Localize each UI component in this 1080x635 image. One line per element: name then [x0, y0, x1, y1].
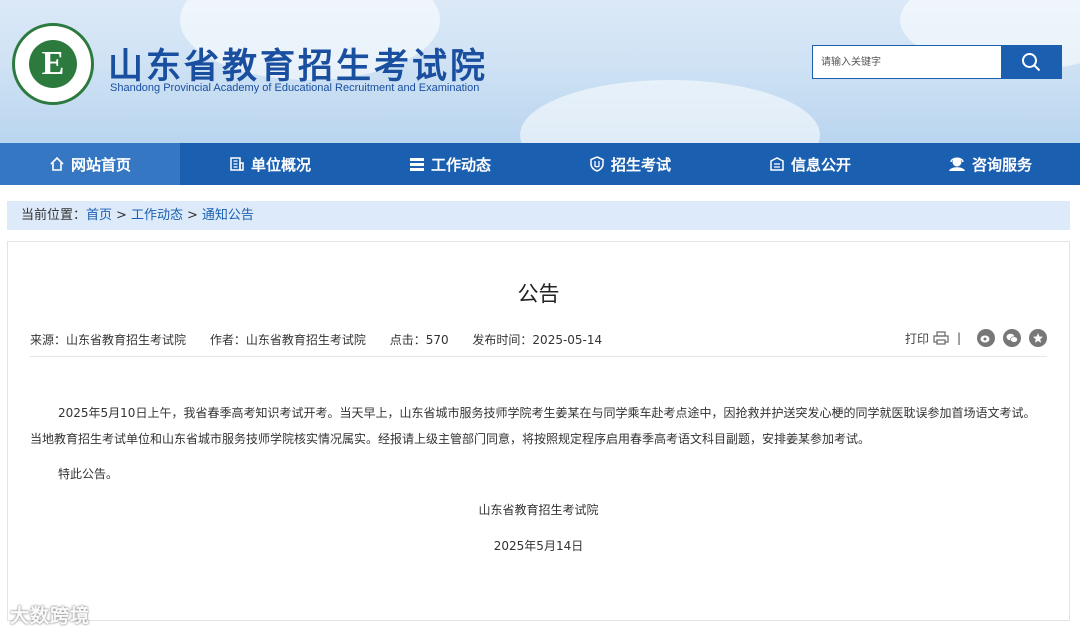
breadcrumb-notices[interactable]: 通知公告 [202, 208, 254, 223]
breadcrumb-home[interactable]: 首页 [86, 208, 112, 223]
article-closing: 特此公告。 [58, 467, 119, 481]
meta-date: 发布时间：2025-05-14 [472, 333, 603, 347]
nav-item-label: 招生考试 [610, 155, 671, 174]
nav-item-label: 单位概况 [250, 155, 311, 174]
nav-item-exams[interactable]: 招生考试 [540, 143, 720, 185]
signature-date: 2025年5月14日 [493, 539, 584, 553]
watermark-logo: 大数跨境 [10, 601, 90, 628]
print-button[interactable]: 打印 [905, 330, 929, 347]
home-icon [50, 156, 64, 171]
nav-item-consulting[interactable]: 咨询服务 [900, 143, 1080, 185]
tools-separator: | [956, 331, 961, 345]
weibo-share-icon[interactable] [977, 329, 995, 347]
qzone-share-icon[interactable] [1029, 329, 1047, 347]
article-tools: 打印 | [905, 329, 1047, 347]
breadcrumb-prefix: 当前位置： [21, 208, 87, 223]
search-icon [1022, 53, 1041, 72]
main-nav: 网站首页 单位概况 工作动态 招生考试 信息公开 咨询服务 [0, 143, 1080, 185]
meta-divider [30, 356, 1047, 357]
nav-item-news[interactable]: 工作动态 [360, 143, 540, 185]
article-panel: 公告 来源：山东省教育招生考试院 作者：山东省教育招生考试院 点击：570 发布… [7, 241, 1070, 621]
search-input[interactable] [813, 46, 999, 78]
article-paragraph: 2025年5月10日上午，我省春季高考知识考试开考。当天早上，山东省城市服务技师… [30, 406, 1036, 446]
logo-letter: E [29, 40, 77, 88]
nav-item-disclosure[interactable]: 信息公开 [720, 143, 900, 185]
signature-org: 山东省教育招生考试院 [478, 503, 599, 517]
search-button[interactable] [1001, 46, 1061, 78]
nav-item-label: 信息公开 [790, 155, 851, 174]
building-icon [230, 157, 244, 171]
article-title: 公告 [517, 282, 560, 306]
wechat-share-icon[interactable] [1003, 329, 1021, 347]
article-meta: 来源：山东省教育招生考试院 作者：山东省教育招生考试院 点击：570 发布时间：… [30, 331, 622, 348]
breadcrumb-news[interactable]: 工作动态 [131, 208, 183, 223]
nav-item-label: 咨询服务 [971, 155, 1032, 174]
site-logo[interactable]: E [12, 23, 94, 105]
info-board-icon [770, 157, 784, 171]
search-box [812, 45, 1062, 79]
list-icon [409, 158, 424, 171]
breadcrumb-separator: > [186, 208, 198, 223]
nav-item-label: 网站首页 [70, 155, 131, 174]
site-subtitle: Shandong Provincial Academy of Education… [110, 82, 480, 94]
shield-icon [590, 156, 604, 172]
watermark-text: 大数跨境 [10, 605, 91, 627]
breadcrumb: 当前位置：首页 > 工作动态 > 通知公告 [7, 201, 1070, 230]
background-cloud [520, 80, 820, 143]
meta-author: 作者：山东省教育招生考试院 [209, 333, 366, 347]
support-icon [948, 157, 965, 171]
nav-item-label: 工作动态 [430, 155, 491, 174]
nav-item-overview[interactable]: 单位概况 [180, 143, 360, 185]
nav-item-home[interactable]: 网站首页 [0, 143, 180, 185]
meta-source: 来源：山东省教育招生考试院 [30, 333, 187, 347]
breadcrumb-separator: > [116, 208, 127, 223]
printer-icon[interactable] [933, 331, 949, 345]
meta-clicks: 点击：570 [389, 333, 449, 347]
article-body: 2025年5月10日上午，我省春季高考知识考试开考。当天早上，山东省城市服务技师… [30, 400, 1045, 487]
site-header: E 山东省教育招生考试院 Shandong Provincial Academy… [0, 0, 1080, 143]
